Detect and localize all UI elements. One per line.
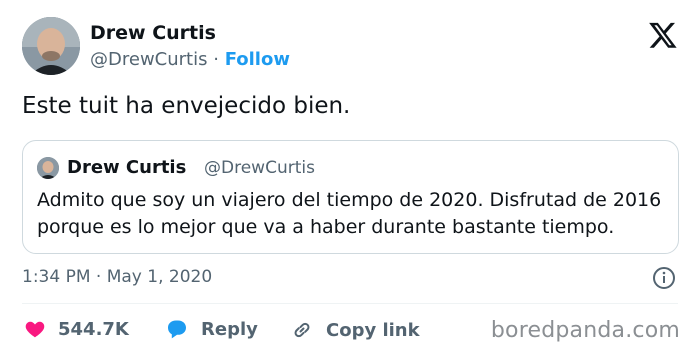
- x-logo-icon[interactable]: [648, 20, 678, 50]
- divider: [22, 303, 678, 304]
- quoted-author-handle: @DrewCurtis: [204, 158, 315, 178]
- quoted-tweet-text: Admito que soy un viajero del tiempo de …: [37, 189, 662, 238]
- reply-label: Reply: [201, 318, 258, 340]
- tweet-text: Este tuit ha envejecido bien.: [22, 93, 351, 119]
- link-icon: [294, 322, 310, 338]
- copy-link-button[interactable]: Copy link: [290, 318, 420, 342]
- timestamp[interactable]: 1:34 PM · May 1, 2020: [22, 267, 212, 287]
- quoted-avatar: [37, 157, 59, 179]
- author-handle-line: @DrewCurtis · Follow: [90, 49, 290, 70]
- like-button[interactable]: 544.7K: [24, 318, 129, 340]
- quoted-tweet[interactable]: Drew Curtis @DrewCurtis Admito que soy u…: [22, 140, 679, 254]
- separator: ·: [213, 49, 219, 70]
- likes-count: 544.7K: [58, 318, 129, 340]
- reply-button[interactable]: Reply: [165, 318, 258, 340]
- info-icon[interactable]: [652, 266, 676, 290]
- quoted-author-name: Drew Curtis: [67, 157, 187, 178]
- watermark: boredpanda.com: [490, 318, 680, 343]
- avatar[interactable]: [22, 17, 80, 75]
- follow-button[interactable]: Follow: [225, 49, 290, 70]
- author-name[interactable]: Drew Curtis: [90, 22, 216, 44]
- reply-bubble-icon: [168, 320, 186, 339]
- copy-link-label: Copy link: [326, 319, 420, 341]
- heart-icon: [25, 321, 45, 338]
- author-handle[interactable]: @DrewCurtis: [90, 49, 207, 70]
